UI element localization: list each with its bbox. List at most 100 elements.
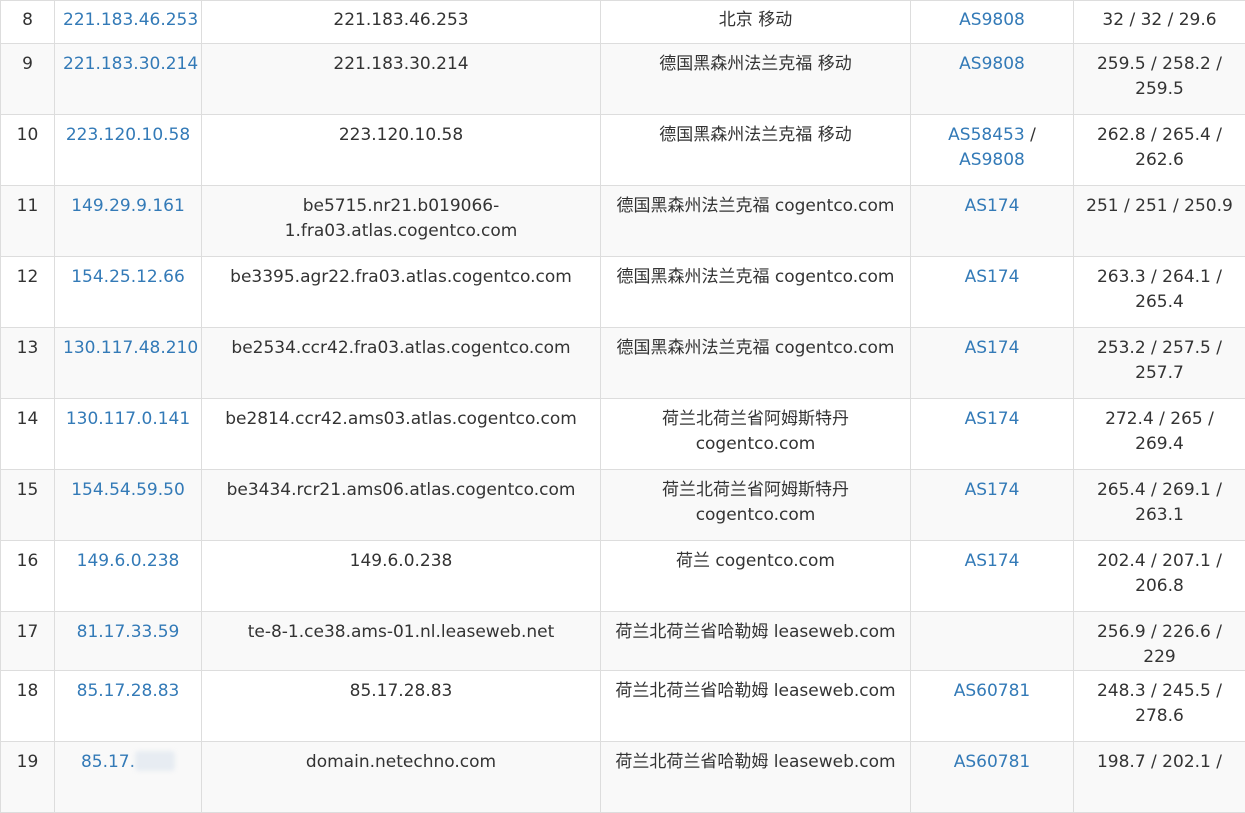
location-text: 荷兰 cogentco.com	[676, 551, 835, 571]
table-row: 16149.6.0.238149.6.0.238荷兰 cogentco.comA…	[1, 541, 1245, 612]
location-cell: 荷兰 cogentco.com	[601, 541, 911, 612]
ip-link[interactable]: 154.25.12.66	[71, 267, 185, 287]
hostname-cell: 85.17.28.83	[202, 671, 601, 742]
latency-text: 253.2 / 257.5 / 257.7	[1097, 338, 1222, 383]
hostname-text: be5715.nr21.b019066-1.fra03.atlas.cogent…	[285, 196, 518, 241]
location-text: 荷兰北荷兰省哈勒姆 leaseweb.com	[615, 752, 895, 772]
asn-link[interactable]: AS60781	[954, 681, 1031, 701]
location-text: 德国黑森州法兰克福 cogentco.com	[616, 196, 894, 216]
table-row: 8221.183.46.253221.183.46.253北京 移动AS9808…	[1, 1, 1245, 44]
table-row: 19 85.17. domain.netechno.com 荷兰北荷兰省哈勒姆 lea…	[1, 742, 1245, 813]
traceroute-table: 8221.183.46.253221.183.46.253北京 移动AS9808…	[0, 0, 1245, 813]
hop-number: 17	[17, 622, 39, 642]
hostname-cell: domain.netechno.com	[202, 742, 601, 813]
ip-link[interactable]: 81.17.33.59	[77, 622, 180, 642]
hostname-text: 221.183.46.253	[333, 10, 468, 30]
hostname-cell: 221.183.30.214	[202, 44, 601, 115]
ip-link[interactable]: 149.6.0.238	[77, 551, 180, 571]
hostname-text: te-8-1.ce38.ams-01.nl.leaseweb.net	[248, 622, 555, 642]
latency-cell: 265.4 / 269.1 / 263.1	[1074, 470, 1245, 541]
hop-cell: 11	[1, 186, 55, 257]
hostname-text: 85.17.28.83	[350, 681, 453, 701]
asn-link[interactable]: AS9808	[959, 54, 1025, 74]
latency-text: 32 / 32 / 29.6	[1102, 10, 1216, 30]
ip-cell: 221.183.46.253	[55, 1, 202, 44]
latency-cell: 32 / 32 / 29.6	[1074, 1, 1245, 44]
ip-link[interactable]: 154.54.59.50	[71, 480, 185, 500]
location-cell: 荷兰北荷兰省哈勒姆 leaseweb.com	[601, 612, 911, 671]
asn-link[interactable]: AS174	[965, 409, 1020, 429]
hostname-text: domain.netechno.com	[306, 752, 496, 772]
hop-number: 19	[17, 752, 39, 772]
ip-link[interactable]: 223.120.10.58	[66, 125, 190, 145]
latency-text: 262.8 / 265.4 / 262.6	[1097, 125, 1222, 170]
hostname-cell: te-8-1.ce38.ams-01.nl.leaseweb.net	[202, 612, 601, 671]
location-cell: 德国黑森州法兰克福 cogentco.com	[601, 328, 911, 399]
asn-cell: AS9808	[911, 1, 1074, 44]
table-row: 17 81.17.33.59 te-8-1.ce38.ams-01.nl.lease…	[1, 612, 1245, 671]
latency-cell: 256.9 / 226.6 / 229	[1074, 612, 1245, 671]
hop-cell: 16	[1, 541, 55, 612]
asn-link[interactable]: AS174	[965, 338, 1020, 358]
ip-cell: 85.17.	[55, 742, 202, 813]
hop-number: 14	[17, 409, 39, 429]
ip-link[interactable]: 221.183.30.214	[63, 54, 198, 74]
hostname-text: 223.120.10.58	[339, 125, 463, 145]
ip-link[interactable]: 85.17.28.83	[77, 681, 180, 701]
latency-text: 259.5 / 258.2 / 259.5	[1097, 54, 1222, 99]
asn-link[interactable]: AS174	[965, 196, 1020, 216]
asn-link[interactable]: AS174	[965, 551, 1020, 571]
asn-cell: AS60781	[911, 742, 1074, 813]
hop-cell: 17	[1, 612, 55, 671]
location-cell: 荷兰北荷兰省阿姆斯特丹 cogentco.com	[601, 470, 911, 541]
asn-link[interactable]: AS174	[965, 480, 1020, 500]
location-cell: 德国黑森州法兰克福 移动	[601, 44, 911, 115]
hop-cell: 9	[1, 44, 55, 115]
latency-text: 251 / 251 / 250.9	[1086, 196, 1233, 216]
ip-link[interactable]: 149.29.9.161	[71, 196, 185, 216]
location-cell: 荷兰北荷兰省哈勒姆 leaseweb.com	[601, 671, 911, 742]
ip-cell: 223.120.10.58	[55, 115, 202, 186]
hostname-cell: 221.183.46.253	[202, 1, 601, 44]
hostname-text: be3434.rcr21.ams06.atlas.cogentco.com	[227, 480, 576, 500]
table-row: 10 223.120.10.58 223.120.10.58 德国黑森州法兰克福 移动…	[1, 115, 1245, 186]
ip-link[interactable]: 85.17.	[81, 752, 135, 772]
asn-link[interactable]: AS58453	[948, 125, 1025, 145]
latency-text: 256.9 / 226.6 / 229	[1097, 622, 1222, 667]
asn-link[interactable]: AS174	[965, 267, 1020, 287]
asn-link[interactable]: AS9808	[959, 150, 1025, 170]
hop-cell: 10	[1, 115, 55, 186]
hop-cell: 12	[1, 257, 55, 328]
hostname-cell: be5715.nr21.b019066-1.fra03.atlas.cogent…	[202, 186, 601, 257]
hostname-text: be3395.agr22.fra03.atlas.cogentco.com	[230, 267, 572, 287]
ip-link[interactable]: 130.117.0.141	[66, 409, 190, 429]
location-cell: 德国黑森州法兰克福 cogentco.com	[601, 186, 911, 257]
ip-link[interactable]: 130.117.48.210	[63, 338, 198, 358]
asn-cell: AS174	[911, 328, 1074, 399]
latency-text: 202.4 / 207.1 / 206.8	[1097, 551, 1222, 596]
latency-cell: 202.4 / 207.1 / 206.8	[1074, 541, 1245, 612]
table-row: 1885.17.28.8385.17.28.83荷兰北荷兰省哈勒姆 leasew…	[1, 671, 1245, 742]
location-cell: 德国黑森州法兰克福 移动	[601, 115, 911, 186]
hostname-cell: be3395.agr22.fra03.atlas.cogentco.com	[202, 257, 601, 328]
asn-link[interactable]: AS9808	[959, 10, 1025, 30]
asn-cell: AS58453 / AS9808	[911, 115, 1074, 186]
latency-cell: 263.3 / 264.1 / 265.4	[1074, 257, 1245, 328]
table-row: 15 154.54.59.50 be3434.rcr21.ams06.atlas.c…	[1, 470, 1245, 541]
ip-cell: 85.17.28.83	[55, 671, 202, 742]
ip-link[interactable]: 221.183.46.253	[63, 10, 198, 30]
latency-cell: 251 / 251 / 250.9	[1074, 186, 1245, 257]
hostname-cell: be2814.ccr42.ams03.atlas.cogentco.com	[202, 399, 601, 470]
asn-link[interactable]: AS60781	[954, 752, 1031, 772]
hop-number: 15	[17, 480, 39, 500]
hop-cell: 15	[1, 470, 55, 541]
hostname-text: 221.183.30.214	[333, 54, 468, 74]
asn-cell	[911, 612, 1074, 671]
latency-text: 272.4 / 265 / 269.4	[1105, 409, 1214, 454]
location-text: 荷兰北荷兰省阿姆斯特丹 cogentco.com	[662, 409, 849, 454]
asn-cell: AS174	[911, 541, 1074, 612]
hop-cell: 14	[1, 399, 55, 470]
hostname-cell: 223.120.10.58	[202, 115, 601, 186]
location-text: 荷兰北荷兰省哈勒姆 leaseweb.com	[615, 622, 895, 642]
latency-cell: 259.5 / 258.2 / 259.5	[1074, 44, 1245, 115]
